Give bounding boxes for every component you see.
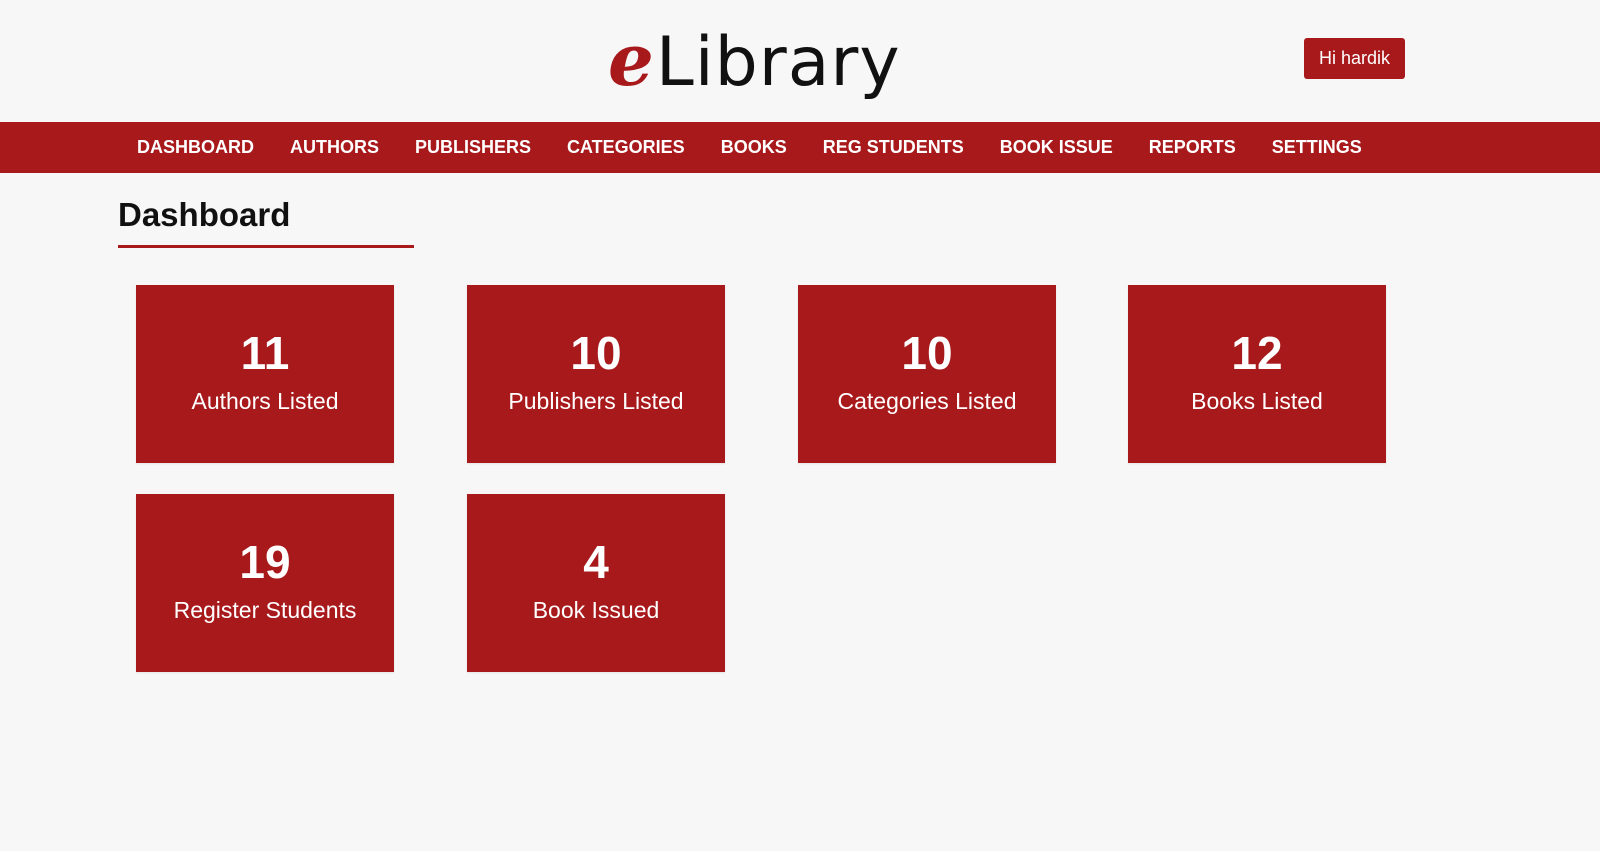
nav-item-categories[interactable]: CATEGORIES (549, 122, 703, 173)
nav-item-book-issue[interactable]: BOOK ISSUE (982, 122, 1131, 173)
card-publishers[interactable]: 10 Publishers Listed (467, 285, 725, 463)
main-navbar: DASHBOARD AUTHORS PUBLISHERS CATEGORIES … (0, 122, 1600, 173)
nav-item-reports[interactable]: REPORTS (1131, 122, 1254, 173)
logo-text: Library (655, 23, 901, 102)
card-categories[interactable]: 10 Categories Listed (798, 285, 1056, 463)
card-book-issued[interactable]: 4 Book Issued (467, 494, 725, 672)
card-count: 10 (570, 327, 622, 379)
header: e Library Hi hardik (0, 0, 1600, 122)
card-label: Categories Listed (837, 388, 1017, 414)
logo-e: e (608, 17, 654, 102)
nav-item-books[interactable]: BOOKS (703, 122, 805, 173)
card-register-students[interactable]: 19 Register Students (136, 494, 394, 672)
card-label: Publishers Listed (508, 388, 684, 414)
elibrary-logo[interactable]: e Library (608, 12, 901, 107)
nav-item-publishers[interactable]: PUBLISHERS (397, 122, 549, 173)
card-label: Authors Listed (191, 388, 339, 414)
card-count: 12 (1231, 327, 1283, 379)
user-greeting-button[interactable]: Hi hardik (1304, 38, 1405, 79)
card-label: Register Students (173, 597, 357, 623)
card-label: Book Issued (532, 597, 660, 623)
card-count: 10 (901, 327, 953, 379)
nav-list: DASHBOARD AUTHORS PUBLISHERS CATEGORIES … (119, 122, 1380, 173)
nav-item-reg-students[interactable]: REG STUDENTS (805, 122, 982, 173)
card-authors[interactable]: 11 Authors Listed (136, 285, 394, 463)
nav-item-authors[interactable]: AUTHORS (272, 122, 397, 173)
page-title: Dashboard (118, 196, 291, 233)
nav-item-settings[interactable]: SETTINGS (1254, 122, 1380, 173)
card-books[interactable]: 12 Books Listed (1128, 285, 1386, 463)
card-label: Books Listed (1191, 388, 1323, 414)
card-count: 4 (583, 536, 609, 588)
nav-item-dashboard[interactable]: DASHBOARD (119, 122, 272, 173)
card-count: 11 (240, 327, 290, 379)
card-count: 19 (239, 536, 291, 588)
title-underline (118, 245, 414, 248)
app-root: e Library Hi hardik DASHBOARD AUTHORS PU… (0, 0, 1600, 851)
